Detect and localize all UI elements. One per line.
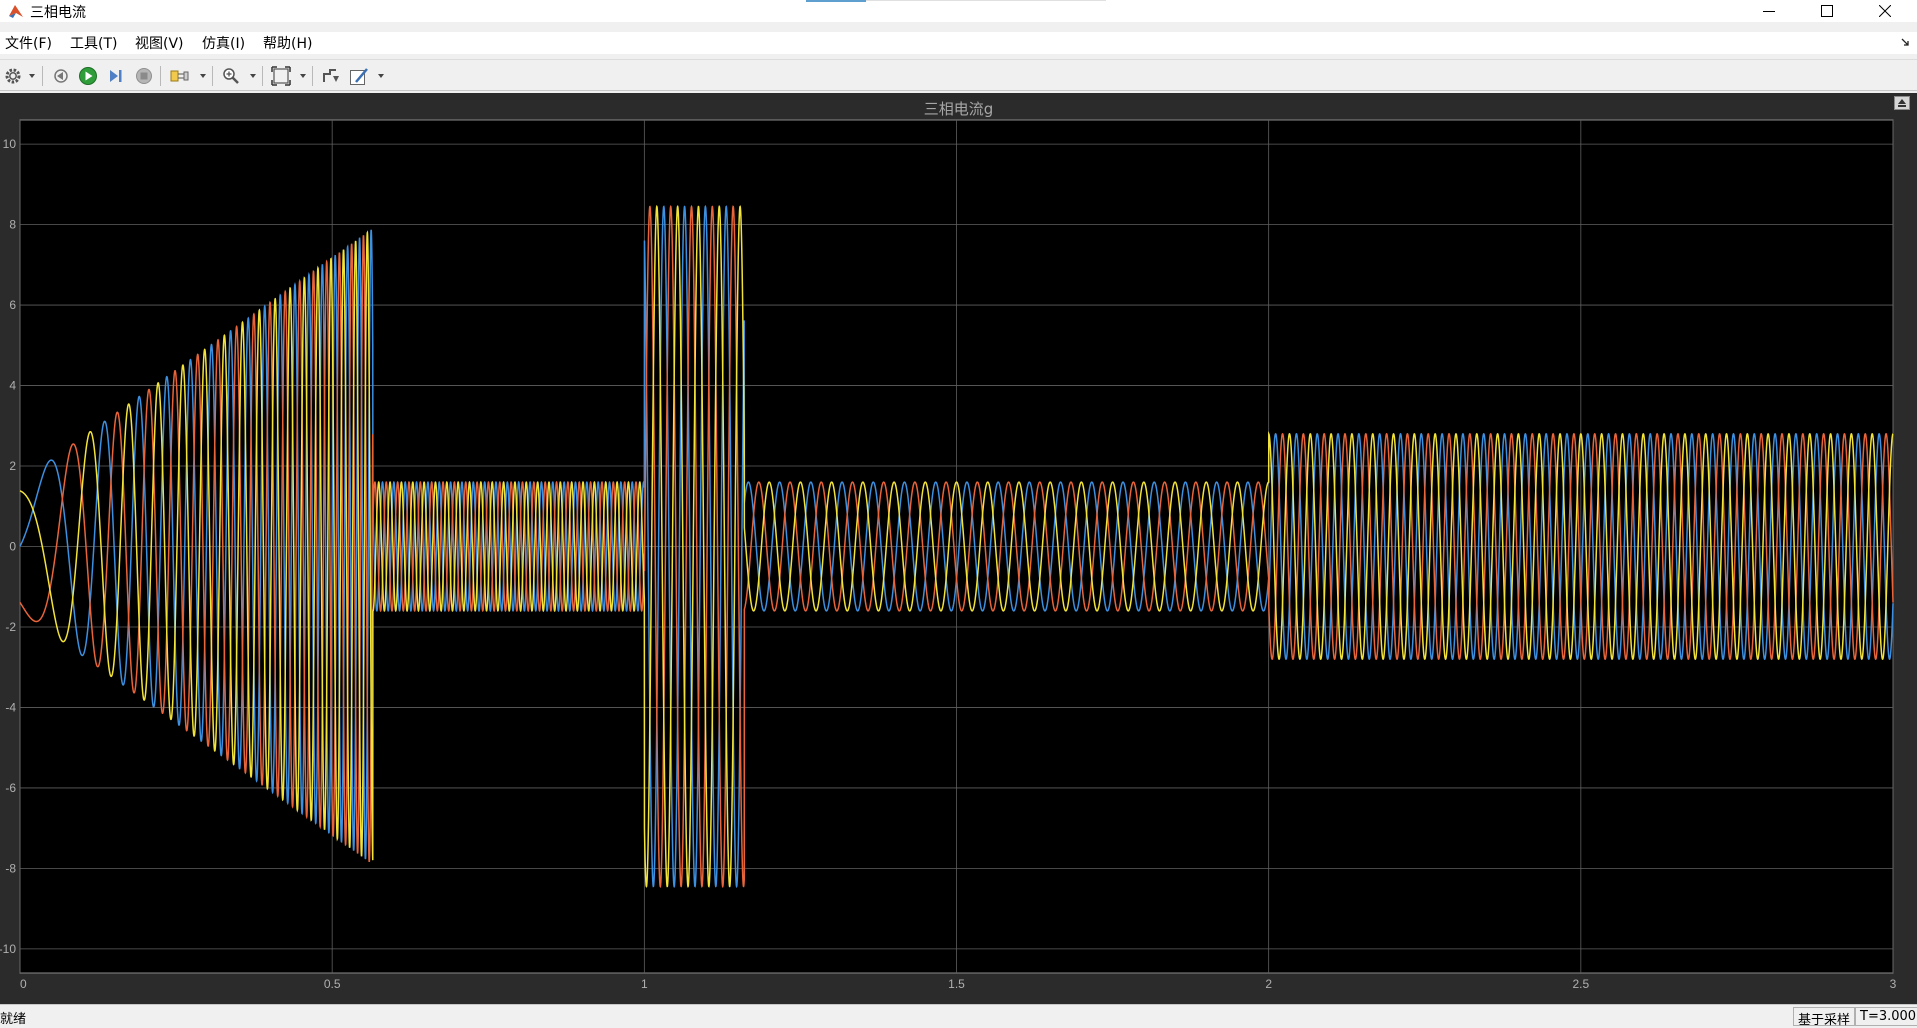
close-button[interactable] xyxy=(1857,0,1913,22)
style-icon xyxy=(350,68,368,85)
window-title: 三相电流 xyxy=(30,5,86,21)
y-tick-label: -8 xyxy=(5,861,16,875)
step-back-icon xyxy=(54,69,68,83)
toolbar-divider xyxy=(160,66,161,86)
scope-display: 10 8 6 4 2 0 -2 -4 -6 -8 -10 0 0.5 1 1.5 2 2.5 3 三相电流g xyxy=(0,93,1917,1004)
y-tick-label: -4 xyxy=(5,700,16,714)
trigger-icon xyxy=(323,69,339,82)
y-tick-label: 6 xyxy=(9,298,16,312)
y-tick-label: -2 xyxy=(5,620,16,634)
y-tick-label: 4 xyxy=(9,379,16,393)
highlight-block-icon xyxy=(170,70,189,82)
title-bar: 三相电流 xyxy=(0,0,1917,22)
sim-time-indicator: T=3.000 xyxy=(1855,1007,1917,1026)
run-icon xyxy=(79,67,97,85)
pin-menu-icon[interactable] xyxy=(1901,37,1911,47)
x-tick-label: 2 xyxy=(1265,977,1272,991)
y-tick-label: -10 xyxy=(0,942,16,956)
undock-icon[interactable] xyxy=(1894,96,1910,110)
highlight-dropdown-icon[interactable] xyxy=(200,74,206,78)
y-tick-label: -6 xyxy=(5,781,16,795)
x-tick-label: 0 xyxy=(20,977,27,991)
style-button[interactable] xyxy=(348,65,370,87)
menu-simulation[interactable]: 仿真(I) xyxy=(200,33,247,53)
zoom-in-button[interactable] xyxy=(220,65,242,87)
minimize-icon xyxy=(1763,11,1775,12)
stop-icon xyxy=(136,68,152,84)
autoscale-dropdown-icon[interactable] xyxy=(300,74,306,78)
step-forward-button[interactable] xyxy=(105,65,127,87)
y-tick-label: 8 xyxy=(9,218,16,232)
toolbar-divider xyxy=(212,66,213,86)
title-accent xyxy=(806,0,866,2)
toolbar xyxy=(0,59,1917,91)
matlab-app-icon xyxy=(9,5,23,18)
settings-icon xyxy=(5,68,21,84)
zoom-dropdown-icon[interactable] xyxy=(250,74,256,78)
toolbar-divider xyxy=(262,66,263,86)
y-tick-label: 10 xyxy=(3,137,17,151)
maximize-button[interactable] xyxy=(1799,0,1855,22)
x-tick-label: 3 xyxy=(1890,977,1897,991)
toolbar-divider xyxy=(312,66,313,86)
x-tick-labels: 0 0.5 1 1.5 2 2.5 3 xyxy=(20,977,1897,991)
stop-button[interactable] xyxy=(133,65,155,87)
settings-button[interactable] xyxy=(2,65,24,87)
step-back-button[interactable] xyxy=(50,65,72,87)
y-tick-label: 0 xyxy=(9,540,16,554)
status-text: 就绪 xyxy=(0,1012,27,1027)
x-tick-label: 1 xyxy=(641,977,648,991)
autoscale-icon xyxy=(271,66,291,86)
plot-title: 三相电流g xyxy=(923,100,994,118)
menu-help[interactable]: 帮助(H) xyxy=(261,33,314,53)
autoscale-button[interactable] xyxy=(270,65,292,87)
x-tick-label: 0.5 xyxy=(324,977,341,991)
step-forward-icon xyxy=(110,70,122,82)
menu-tools[interactable]: 工具(T) xyxy=(68,33,119,53)
menu-view[interactable]: 视图(V) xyxy=(133,33,186,53)
trigger-button[interactable] xyxy=(320,65,342,87)
settings-dropdown-icon[interactable] xyxy=(29,74,35,78)
status-bar: 就绪 基于采样 T=3.000 xyxy=(0,1004,1917,1028)
minimize-button[interactable] xyxy=(1741,0,1797,22)
close-icon xyxy=(1879,5,1891,17)
x-tick-label: 1.5 xyxy=(948,977,965,991)
highlight-block-button[interactable] xyxy=(169,65,191,87)
y-tick-labels: 10 8 6 4 2 0 -2 -4 -6 -8 -10 xyxy=(0,137,16,956)
toolbar-divider xyxy=(42,66,43,86)
style-dropdown-icon[interactable] xyxy=(378,74,384,78)
menu-bar: 文件(F) 工具(T) 视图(V) 仿真(I) 帮助(H) xyxy=(0,32,1917,54)
x-tick-label: 2.5 xyxy=(1572,977,1589,991)
y-tick-label: 2 xyxy=(9,459,16,473)
maximize-icon xyxy=(1821,5,1833,17)
title-accent-line xyxy=(866,0,1106,1)
run-button[interactable] xyxy=(77,65,99,87)
menu-file[interactable]: 文件(F) xyxy=(3,33,54,53)
zoom-in-icon xyxy=(223,68,239,84)
scope-plot[interactable]: 10 8 6 4 2 0 -2 -4 -6 -8 -10 0 0.5 1 1.5 2 2.5 3 xyxy=(0,93,1917,1004)
sample-mode-indicator: 基于采样 xyxy=(1793,1007,1856,1028)
